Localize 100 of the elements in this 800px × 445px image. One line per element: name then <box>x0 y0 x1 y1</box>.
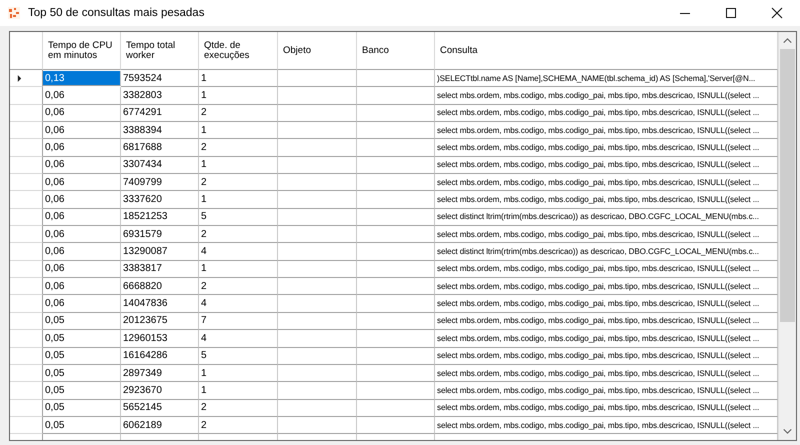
current-row-icon <box>17 74 22 82</box>
table-cell: 2 <box>199 226 278 244</box>
table-cell: 2 <box>199 139 278 157</box>
column-header[interactable]: Tempo total worker <box>121 32 199 70</box>
table-cell: 2 <box>199 174 278 192</box>
table-cell: select mbs.ordem, mbs.codigo, mbs.codigo_pai, mbs.tipo, mbs.descricao, ISNULL((select ... <box>435 226 778 244</box>
table-cell: 1 <box>199 156 278 174</box>
row-header[interactable] <box>10 312 43 330</box>
table-cell: 7409799 <box>121 174 199 192</box>
row-header[interactable] <box>10 156 43 174</box>
table-cell: 0,06 <box>43 122 121 140</box>
column-header[interactable]: Consulta <box>435 32 778 70</box>
table-cell: 0,06 <box>43 208 121 226</box>
table-cell: select mbs.ordem, mbs.codigo, mbs.codigo_pai, mbs.tipo, mbs.descricao, ISNULL((select ... <box>435 174 778 192</box>
table-cell: select mbs.ordem, mbs.codigo, mbs.codigo_pai, mbs.tipo, mbs.descricao, ISNULL((select ... <box>435 382 778 400</box>
table-cell: 7593524 <box>121 70 199 88</box>
table-cell: 0,06 <box>43 104 121 122</box>
row-header[interactable] <box>10 139 43 157</box>
table-cell: 1 <box>199 122 278 140</box>
column-header[interactable]: Qtde. de execuções <box>199 32 278 70</box>
table-cell[interactable]: 0,13 <box>43 71 121 86</box>
table-cell: select mbs.ordem, mbs.codigo, mbs.codigo_pai, mbs.tipo, mbs.descricao, ISNULL((select ... <box>435 364 778 382</box>
column-header[interactable]: Banco <box>357 32 435 70</box>
table-cell: )SELECTtbl.name AS [Name],SCHEMA_NAME(tbl.schema_id) AS [Schema],'Server[@N... <box>435 70 778 88</box>
table-cell: 0,06 <box>43 243 121 261</box>
table-cell: 6774291 <box>121 104 199 122</box>
table-cell: select mbs.ordem, mbs.codigo, mbs.codigo_pai, mbs.tipo, mbs.descricao, ISNULL((select ... <box>435 122 778 140</box>
header-corner[interactable] <box>10 32 43 70</box>
table-cell: 1 <box>199 87 278 105</box>
table-cell: 0,06 <box>43 174 121 192</box>
table-cell: 3337620 <box>121 191 199 209</box>
row-header[interactable] <box>10 364 43 382</box>
row-header[interactable] <box>10 191 43 209</box>
table-cell: 0,06 <box>43 139 121 157</box>
table-cell: 0,06 <box>43 156 121 174</box>
table-cell: 5 <box>199 208 278 226</box>
row-header[interactable] <box>10 400 43 417</box>
table-cell: select mbs.ordem, mbs.codigo, mbs.codigo_pai, mbs.tipo, mbs.descricao, ISNULL((select ... <box>435 278 778 296</box>
table-cell: 0,06 <box>43 260 121 278</box>
table-cell: 4 <box>199 330 278 348</box>
table-cell: 6062189 <box>121 416 199 434</box>
row-header[interactable] <box>10 208 43 226</box>
table-cell: 5652145 <box>121 400 199 417</box>
table-cell: 5 <box>199 348 278 365</box>
table-cell: 3383817 <box>121 260 199 278</box>
table-cell: 0,05 <box>43 348 121 365</box>
table-cell: 3388394 <box>121 122 199 140</box>
column-header[interactable]: Objeto <box>278 32 357 70</box>
table-cell: 6817688 <box>121 139 199 157</box>
table-cell: 0,06 <box>43 226 121 244</box>
table-cell: select mbs.ordem, mbs.codigo, mbs.codigo_pai, mbs.tipo, mbs.descricao, ISNULL((select ... <box>435 295 778 313</box>
table-cell: select mbs.ordem, mbs.codigo, mbs.codigo_pai, mbs.tipo, mbs.descricao, ISNULL((select ... <box>435 104 778 122</box>
row-header[interactable] <box>10 243 43 261</box>
table-cell: 16164286 <box>121 348 199 365</box>
table-cell: 0,06 <box>43 191 121 209</box>
row-header[interactable] <box>10 174 43 192</box>
table-cell: 2923670 <box>121 382 199 400</box>
table-cell: 1 <box>199 382 278 400</box>
table-cell: 1 <box>199 364 278 382</box>
row-header[interactable] <box>10 330 43 348</box>
row-header[interactable] <box>10 226 43 244</box>
table-cell: 0,06 <box>43 295 121 313</box>
table-cell: 2 <box>199 278 278 296</box>
scroll-bar[interactable] <box>778 32 796 440</box>
row-header[interactable] <box>10 87 43 105</box>
row-header[interactable] <box>10 416 43 434</box>
table-cell: 14047836 <box>121 295 199 313</box>
row-header[interactable] <box>10 122 43 140</box>
table-cell: select distinct ltrim(rtrim(mbs.descricao)) as descricao, DBO.CGFC_LOCAL_MENU(mbs.c... <box>435 243 778 261</box>
table-cell: 2 <box>199 104 278 122</box>
table-cell: 0,05 <box>43 364 121 382</box>
table-cell: 0,05 <box>43 382 121 400</box>
table-cell: select mbs.ordem, mbs.codigo, mbs.codigo_pai, mbs.tipo, mbs.descricao, ISNULL((select ... <box>435 330 778 348</box>
table-cell: 0,05 <box>43 312 121 330</box>
row-header[interactable] <box>10 260 43 278</box>
row-header[interactable] <box>10 295 43 313</box>
table-cell: 3382803 <box>121 87 199 105</box>
row-header[interactable] <box>10 382 43 400</box>
table-cell: 3307434 <box>121 156 199 174</box>
table-cell: select mbs.ordem, mbs.codigo, mbs.codigo_pai, mbs.tipo, mbs.descricao, ISNULL((select ... <box>435 87 778 105</box>
table-cell: select mbs.ordem, mbs.codigo, mbs.codigo_pai, mbs.tipo, mbs.descricao, ISNULL((select ... <box>435 191 778 209</box>
table-cell: 20123675 <box>121 312 199 330</box>
row-header[interactable] <box>10 278 43 296</box>
table-cell: select mbs.ordem, mbs.codigo, mbs.codigo_pai, mbs.tipo, mbs.descricao, ISNULL((select ... <box>435 139 778 157</box>
column-header[interactable]: Tempo de CPU em minutos <box>43 32 121 70</box>
row-header[interactable] <box>10 348 43 365</box>
table-cell: select mbs.ordem, mbs.codigo, mbs.codigo_pai, mbs.tipo, mbs.descricao, ISNULL((select ... <box>435 416 778 434</box>
table-cell: 1 <box>199 260 278 278</box>
scroll-thumb[interactable] <box>780 49 795 322</box>
table-cell: select mbs.ordem, mbs.codigo, mbs.codigo_pai, mbs.tipo, mbs.descricao, ISNULL((select ... <box>435 156 778 174</box>
table-cell: select mbs.ordem, mbs.codigo, mbs.codigo_pai, mbs.tipo, mbs.descricao, ISNULL((select ... <box>435 400 778 417</box>
table-cell: 0,05 <box>43 416 121 434</box>
table-cell: 2897349 <box>121 364 199 382</box>
table-cell: 13290087 <box>121 243 199 261</box>
table-cell: 7 <box>199 312 278 330</box>
row-header[interactable] <box>10 104 43 122</box>
table-cell: 4 <box>199 243 278 261</box>
table-cell: 0,05 <box>43 330 121 348</box>
table-cell: 18521253 <box>121 208 199 226</box>
table-cell: 0,06 <box>43 278 121 296</box>
